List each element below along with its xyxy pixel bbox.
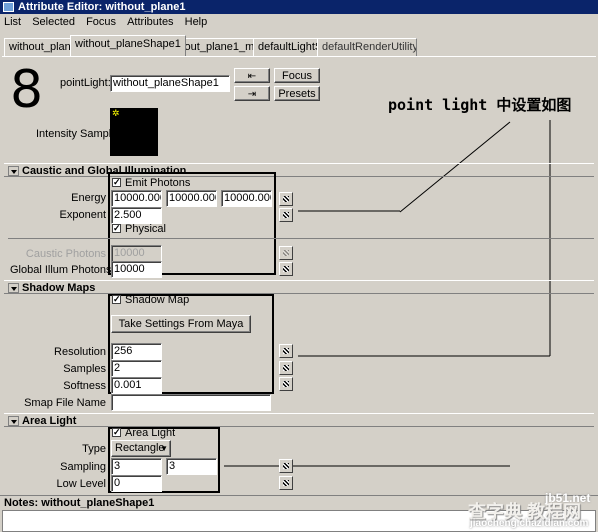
section-shadow-title: Shadow Maps — [22, 282, 96, 294]
softness-label: Softness — [63, 380, 106, 392]
low-level-field[interactable]: 0 — [111, 475, 162, 492]
type-dropdown-value: Rectangle — [115, 442, 165, 454]
sampling-u-field[interactable]: 3 — [111, 458, 162, 475]
caustic-photons-field: 10000 — [111, 245, 162, 262]
collapse-triangle-icon[interactable] — [8, 283, 19, 293]
exponent-field[interactable]: 2.500 — [111, 207, 162, 224]
area-light-label: Area Light — [125, 427, 176, 439]
map-button-energy[interactable] — [279, 192, 293, 206]
samples-field[interactable]: 2 — [111, 360, 162, 377]
resolution-field[interactable]: 256 — [111, 343, 162, 360]
energy-b-field[interactable]: 10000.000 — [221, 190, 272, 207]
map-button-low-level[interactable] — [279, 476, 293, 490]
map-button-exponent[interactable] — [279, 208, 293, 222]
energy-label: Energy — [71, 192, 106, 204]
gi-photons-field[interactable]: 10000 — [111, 261, 162, 278]
map-button-softness[interactable] — [279, 377, 293, 391]
tab-without-planeshape1[interactable]: without_planeShape1 — [70, 35, 186, 56]
physical-checkbox[interactable]: ✓ — [112, 224, 121, 233]
collapse-triangle-icon[interactable] — [8, 166, 19, 176]
map-button-gi-photons[interactable] — [279, 262, 293, 276]
section-area-light[interactable]: Area Light — [4, 413, 594, 427]
emit-photons-checkbox[interactable]: ✓ — [112, 178, 121, 187]
section-caustic-gi[interactable]: Caustic and Global Illumination — [4, 163, 594, 177]
sampling-label: Sampling — [60, 461, 106, 473]
section-area-title: Area Light — [22, 415, 77, 427]
samples-label: Samples — [63, 363, 106, 375]
smap-file-label: Smap File Name — [24, 397, 106, 409]
caustic-photons-label: Caustic Photons — [25, 248, 106, 260]
section-shadow-maps[interactable]: Shadow Maps — [4, 280, 594, 294]
map-button-samples[interactable] — [279, 361, 293, 375]
softness-field[interactable]: 0.001 — [111, 377, 162, 394]
energy-g-field[interactable]: 10000.000 — [166, 190, 217, 207]
area-light-checkbox[interactable]: ✓ — [112, 428, 121, 437]
map-button-caustic-photons — [279, 246, 293, 260]
shadow-map-label: Shadow Map — [125, 294, 190, 306]
energy-r-field[interactable]: 10000.000 — [111, 190, 162, 207]
emit-photons-label: Emit Photons — [125, 177, 191, 189]
low-level-label: Low Level — [56, 478, 106, 490]
sampling-v-field[interactable]: 3 — [166, 458, 217, 475]
shadow-map-checkbox[interactable]: ✓ — [112, 295, 121, 304]
resolution-label: Resolution — [54, 346, 106, 358]
gi-photons-label: Global Illum Photons — [10, 264, 112, 276]
take-settings-button[interactable]: Take Settings From Maya — [111, 315, 251, 333]
chevron-down-icon: ▼ — [160, 444, 168, 453]
map-button-resolution[interactable] — [279, 344, 293, 358]
smap-file-field[interactable] — [111, 394, 271, 411]
physical-label: Physical — [125, 223, 166, 235]
type-dropdown[interactable]: Rectangle ▼ — [111, 440, 171, 457]
separator — [8, 238, 594, 239]
collapse-triangle-icon[interactable] — [8, 416, 19, 426]
type-label: Type — [82, 443, 106, 455]
exponent-label: Exponent — [59, 209, 106, 221]
notes-title: Notes: without_planeShape1 — [4, 497, 155, 509]
watermark-sub: jiaocheng.chazidian.com — [470, 518, 589, 529]
map-button-sampling[interactable] — [279, 459, 293, 473]
